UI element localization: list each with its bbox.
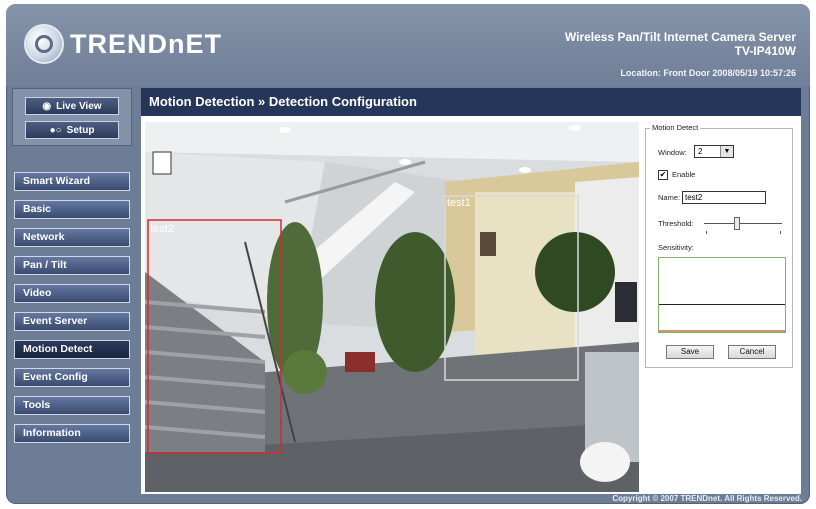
window-label: Window: — [658, 148, 687, 157]
window-test2-label: test2 — [150, 223, 174, 235]
slider-tick — [706, 231, 707, 234]
motion-detect-panel: Motion Detect Window: 2 ▼ ✔ Enable Name:… — [643, 123, 795, 490]
logo-icon — [26, 26, 62, 62]
threshold-slider-track[interactable] — [704, 223, 782, 224]
page-title: Motion Detection » Detection Configurati… — [141, 88, 801, 116]
trendnet-logo: TRENDnET — [26, 24, 222, 64]
sensitivity-baseline — [659, 330, 785, 332]
sensitivity-level-line — [659, 304, 785, 305]
product-title-block: Wireless Pan/Tilt Internet Camera Server… — [565, 30, 796, 58]
main-content: Motion Detection » Detection Configurati… — [141, 88, 801, 494]
enable-label: Enable — [672, 170, 696, 179]
nav-motion-detect[interactable]: Motion Detect — [14, 340, 130, 359]
nav-event-config[interactable]: Event Config — [14, 368, 130, 387]
eye-icon: ◉ — [42, 100, 52, 112]
name-label: Name: — [658, 193, 681, 202]
live-view-button[interactable]: ◉ Live View — [25, 97, 119, 115]
enable-checkbox[interactable]: ✔ — [658, 170, 668, 180]
view-mode-box: ◉ Live View ●○ Setup — [12, 88, 132, 146]
sensitivity-graph — [658, 257, 786, 333]
product-title: Wireless Pan/Tilt Internet Camera Server — [564, 30, 796, 44]
nav-tools[interactable]: Tools — [14, 396, 130, 415]
setup-label: Setup — [66, 124, 95, 136]
logo-text: TRENDnET — [70, 28, 222, 59]
threshold-label: Threshold: — [658, 219, 694, 228]
header: TRENDnET Wireless Pan/Tilt Internet Came… — [6, 4, 810, 86]
name-input[interactable]: test2 — [682, 191, 766, 204]
setup-icon: ●○ — [49, 124, 62, 136]
fieldset-legend: Motion Detect — [650, 123, 701, 132]
copyright-footer: Copyright © 2007 TRENDnet. All Rights Re… — [612, 494, 802, 503]
nav-event-server[interactable]: Event Server — [14, 312, 130, 331]
nav-smart-wizard[interactable]: Smart Wizard — [14, 172, 130, 191]
window-test1-label: test1 — [447, 197, 471, 209]
save-button[interactable]: Save — [666, 345, 714, 359]
slider-tick — [780, 231, 781, 234]
setup-button[interactable]: ●○ Setup — [25, 121, 119, 139]
window-select-value: 2 — [698, 147, 703, 156]
window-select[interactable]: 2 ▼ — [694, 145, 734, 158]
threshold-slider-handle[interactable] — [734, 217, 740, 230]
nav-network[interactable]: Network — [14, 228, 130, 247]
nav-basic[interactable]: Basic — [14, 200, 130, 219]
cancel-button[interactable]: Cancel — [728, 345, 776, 359]
nav-pan-tilt[interactable]: Pan / Tilt — [14, 256, 130, 275]
location-datetime: Location: Front Door 2008/05/19 10:57:26 — [620, 68, 796, 78]
camera-view[interactable]: test1 test2 — [145, 122, 639, 492]
chevron-down-icon: ▼ — [720, 146, 733, 157]
nav-information[interactable]: Information — [14, 424, 130, 443]
nav-video[interactable]: Video — [14, 284, 130, 303]
sensitivity-label: Sensitivity: — [658, 243, 694, 252]
motion-detect-fieldset: Motion Detect Window: 2 ▼ ✔ Enable Name:… — [645, 123, 793, 368]
model-name: TV-IP410W — [734, 44, 796, 58]
live-view-label: Live View — [56, 100, 102, 112]
